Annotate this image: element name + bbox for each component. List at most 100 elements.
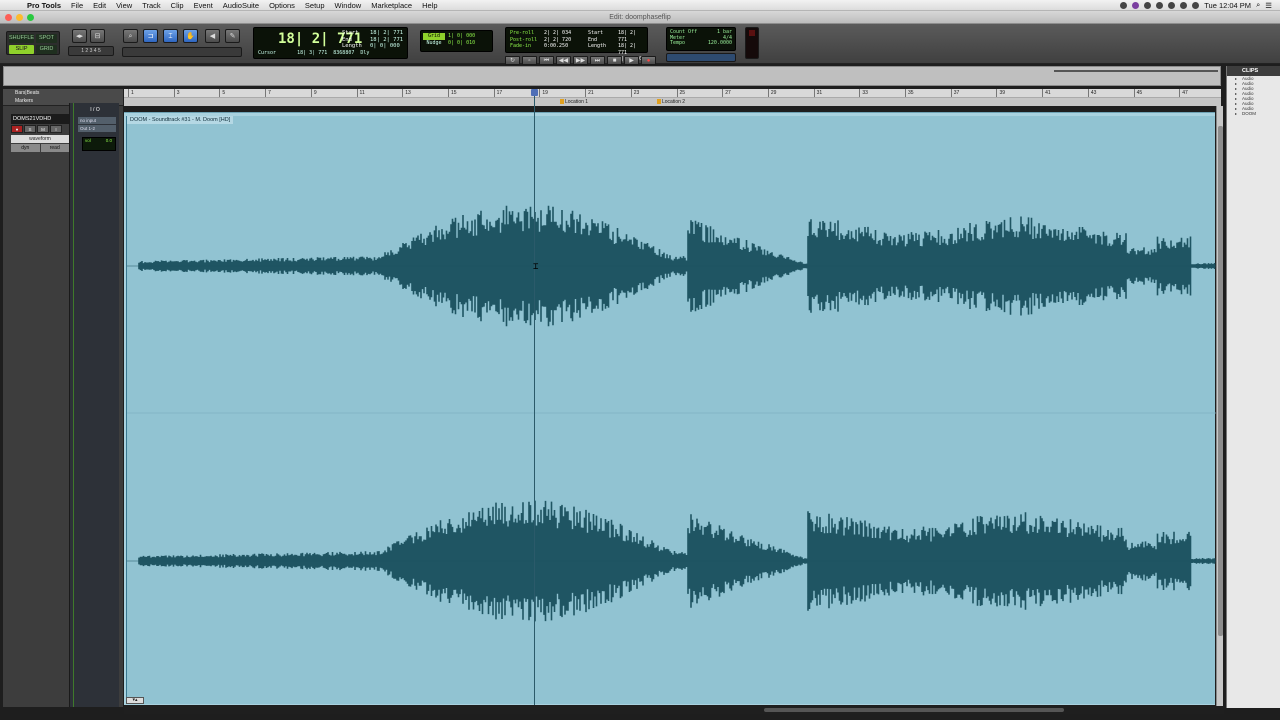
fadein-label[interactable]: Fade-in [510,43,537,50]
rewind-button[interactable]: ◀◀ [556,56,571,65]
zoom-out-button[interactable]: ⊟ [90,29,105,43]
ruler-label-bars[interactable]: Bars|Beats [3,89,123,97]
nudge-label[interactable]: Nudge [423,40,445,47]
loop-icon[interactable]: ↻ [505,56,520,65]
vertical-scrollbar[interactable] [1216,106,1223,706]
menu-help[interactable]: Help [417,1,442,10]
track-playlist[interactable]: DOOM - Soundtrack #31 - M. Doom [HD] [124,112,1216,705]
wifi-icon[interactable] [1180,1,1188,9]
notification-center-icon[interactable]: ☰ [1265,1,1272,10]
zoom-presets[interactable]: 1 2 3 4 5 [68,46,114,56]
length-value[interactable]: 0| 0| 000 [370,43,400,49]
track-zoom-buttons[interactable]: ▾▴ [126,697,144,704]
clip-name[interactable]: DOOM - Soundtrack #31 - M. Doom [HD] [127,116,234,124]
window-title-bar: Edit: doomphaseflip [0,11,1280,24]
dyn-button[interactable]: dyn [11,144,40,152]
close-window-button[interactable] [5,14,12,21]
mode-spot-button[interactable]: SPOT [36,34,57,43]
output-selector[interactable]: Out 1-2 [78,125,116,132]
ruler-tick: 13 [402,89,411,97]
menu-clip[interactable]: Clip [166,1,189,10]
vertical-scroll-thumb[interactable] [1218,126,1223,636]
audio-clip[interactable]: DOOM - Soundtrack #31 - M. Doom [HD] [126,116,1216,704]
menu-app-name[interactable]: Pro Tools [22,1,66,10]
volume-display[interactable]: vol 0.0 [82,137,116,151]
return-to-zero-button[interactable]: ⏮ [539,56,554,65]
markers-ruler[interactable]: Location 1 Location 2 [124,97,1221,106]
spotlight-icon[interactable]: ⌕ [1256,0,1260,10]
stop-button[interactable]: ■ [607,56,622,65]
start-value[interactable]: 18| 2| 771 [370,30,403,36]
minimize-window-button[interactable] [16,14,23,21]
dropbox-icon[interactable] [1144,1,1152,9]
mode-grid-button[interactable]: GRID [36,45,57,54]
bluetooth-icon[interactable] [1156,1,1164,9]
online-icon[interactable]: ▫ [522,56,537,65]
menu-file[interactable]: File [66,1,88,10]
status-area: Tue 12:04 PM ⌕ ☰ [1120,0,1280,10]
grabber-tool-icon[interactable]: ✋ [183,29,198,43]
automation-mode-select[interactable]: read [40,144,69,152]
zoom-window-button[interactable] [27,14,34,21]
track-name[interactable]: DOMS21VDHD [11,114,69,124]
tempo-label[interactable]: Tempo [670,40,685,46]
menu-audiosuite[interactable]: AudioSuite [218,1,264,10]
pencil-tool-icon[interactable]: ✎ [225,29,240,43]
edit-tools-secondary-row[interactable] [122,47,242,57]
delay-label[interactable]: Dly [360,50,369,56]
marker-location-2[interactable]: Location 2 [657,99,685,105]
playhead-handle-icon[interactable] [531,89,538,96]
go-to-end-button[interactable]: ⏭ [590,56,605,65]
track-mute-button[interactable]: M [37,125,49,133]
midi-buttons-row[interactable] [666,53,736,62]
mode-shuffle-button[interactable]: SHUFFLE [9,34,35,43]
preroll-value[interactable]: 2| 2| 034 [544,30,571,37]
record-button[interactable]: ● [641,56,656,65]
menu-window[interactable]: Window [330,1,367,10]
record-status-icon[interactable] [1120,1,1128,9]
menu-options[interactable]: Options [264,1,300,10]
clip-indicator-icon[interactable] [749,30,755,36]
track-solo-button[interactable]: S [24,125,36,133]
grid-value[interactable]: 1| 0| 000 [448,33,475,39]
menu-setup[interactable]: Setup [300,1,330,10]
fadein-value[interactable]: 0:00.250 [544,43,571,50]
marker-location-1[interactable]: Location 1 [560,99,588,105]
timeline-ruler[interactable]: 1 3 5 7 9 11 13 15 17 19 21 23 25 27 29 31 33 35 37 39 41 43 4… [124,89,1221,106]
track-view-selector[interactable]: waveform [11,135,69,143]
universe-overview[interactable] [3,66,1221,86]
menu-track[interactable]: Track [137,1,165,10]
volume-icon[interactable] [1168,1,1176,9]
app-status-icon[interactable] [1132,1,1140,9]
end-value[interactable]: 18| 2| 771 [370,37,403,43]
menubar-clock[interactable]: Tue 12:04 PM [1204,1,1251,10]
menu-marketplace[interactable]: Marketplace [366,1,417,10]
main-counter[interactable]: 18| 2| 771 Start 18| 2| 771 End 18| 2| 771… [253,27,408,59]
pp-start-value[interactable]: 18| 2| 771 [618,30,647,43]
selector-tool-icon[interactable]: ⌶ [163,29,178,43]
zoomer-tool-icon[interactable]: ⌕ [123,29,138,43]
horizontal-scrollbar[interactable] [124,706,1224,714]
playhead-line[interactable] [531,89,538,705]
grid-label[interactable]: Grid [423,33,445,40]
trim-tool-icon[interactable]: ⊐ [143,29,158,43]
battery-icon[interactable] [1192,1,1200,9]
mode-slip-button[interactable]: SLIP [9,45,35,54]
scrubber-tool-icon[interactable]: ◀ [205,29,220,43]
menu-view[interactable]: View [111,1,137,10]
pp-end-value[interactable]: 18| 2| 771 [618,43,647,56]
menu-edit[interactable]: Edit [88,1,111,10]
play-button[interactable]: ▶ [624,56,639,65]
fast-forward-button[interactable]: ▶▶ [573,56,588,65]
input-selector[interactable]: no input [78,117,116,124]
menu-event[interactable]: Event [189,1,218,10]
track-input-button[interactable]: I [50,125,62,133]
nudge-value[interactable]: 0| 0| 010 [448,40,475,46]
volume-value: 0.0 [105,138,112,143]
horizontal-scroll-thumb[interactable] [764,708,1064,712]
preroll-label[interactable]: Pre-roll [510,30,537,37]
track-record-button[interactable]: ● [11,125,23,133]
clip-list-item[interactable]: DOOM [1227,111,1280,116]
zoom-toggle-button[interactable]: ◂▸ [72,29,87,43]
clip-list-title[interactable]: CLIPS [1227,66,1280,76]
